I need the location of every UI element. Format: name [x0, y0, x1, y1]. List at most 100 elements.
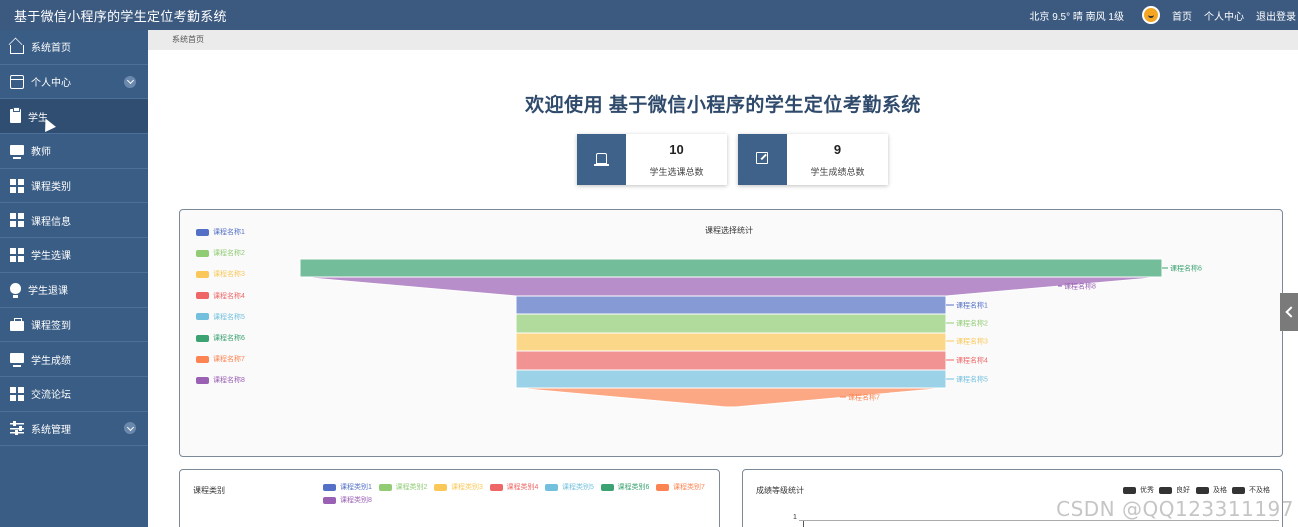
- weather-info: 北京 9.5° 晴 南风 1级: [1029, 11, 1124, 23]
- sidebar-item-label: 课程签到: [31, 320, 71, 332]
- grid-icon: [10, 386, 24, 401]
- grid-icon: [10, 178, 24, 193]
- legend-item[interactable]: 课程类别8: [323, 495, 372, 505]
- legend-swatch: [378, 483, 392, 491]
- sidebar-item-student-grades[interactable]: 学生成绩: [0, 342, 148, 377]
- home-link[interactable]: 首页: [1172, 8, 1192, 23]
- funnel-layer[interactable]: [515, 332, 947, 352]
- sidebar-item-label: 课程信息: [31, 216, 71, 228]
- funnel-layer[interactable]: [515, 295, 947, 315]
- stat-label: 学生选课总数: [649, 167, 704, 177]
- legend-label: 优秀: [1140, 487, 1154, 494]
- legend-swatch: [434, 483, 447, 491]
- funnel-layer[interactable]: [299, 258, 1163, 278]
- funnel-label: 课程名称5: [956, 375, 988, 384]
- stat-card-selections: 10 学生选课总数: [577, 134, 727, 185]
- legend-swatch: [1232, 486, 1245, 494]
- legend-item[interactable]: 课程类别6: [600, 482, 650, 492]
- legend-item[interactable]: 及格: [1196, 485, 1227, 495]
- funnel-layer[interactable]: [299, 276, 1163, 297]
- sidebar-item-system-management[interactable]: 系统管理: [0, 412, 148, 447]
- stat-value: 10: [669, 142, 684, 157]
- sidebar: 系统首页 个人中心 学生 教师 课程类别 课程信息 学生选课 学生退课 课程签到…: [0, 30, 148, 527]
- legend-label: 及格: [1213, 487, 1227, 494]
- top-bar: 基于微信小程序的学生定位考勤系统 北京 9.5° 晴 南风 1级 首页 个人中心…: [0, 0, 1298, 30]
- legend-label: 课程类别6: [617, 484, 650, 491]
- legend-item[interactable]: 课程类别4: [489, 482, 539, 492]
- sidebar-item-label: 系统首页: [31, 43, 71, 55]
- sidebar-item-teachers[interactable]: 教师: [0, 134, 148, 169]
- legend-swatch: [656, 483, 669, 491]
- funnel-layer[interactable]: [515, 369, 947, 389]
- sidebar-item-course-info[interactable]: 课程信息: [0, 203, 148, 239]
- sidebar-item-label: 交流论坛: [31, 390, 71, 402]
- funnel-label: 课程名称7: [848, 393, 880, 402]
- home-icon: [10, 44, 24, 54]
- legend-item[interactable]: 优秀: [1123, 485, 1154, 495]
- legend-swatch: [1159, 486, 1172, 494]
- stat-card-grades: 9 学生成绩总数: [738, 134, 888, 185]
- side-panel-toggle[interactable]: [1280, 293, 1298, 331]
- sidebar-item-course-selection[interactable]: 学生选课: [0, 238, 148, 273]
- breadcrumb-item[interactable]: 系统首页: [172, 35, 204, 44]
- main-content: 欢迎使用 基于微信小程序的学生定位考勤系统 10 学生选课总数 9 学生成绩总数…: [148, 50, 1298, 527]
- sidebar-item-course-drop[interactable]: 学生退课: [0, 273, 148, 308]
- legend-swatch: [600, 483, 614, 491]
- funnel-layer[interactable]: [515, 313, 947, 334]
- chevron-down-icon[interactable]: [124, 422, 136, 435]
- legend-label: 课程类别1: [340, 484, 372, 491]
- sidebar-item-home[interactable]: 系统首页: [0, 30, 148, 65]
- stamp-icon: [594, 153, 609, 166]
- funnel-label: 课程名称6: [1170, 264, 1202, 273]
- legend-item[interactable]: 课程类别2: [378, 482, 427, 492]
- grid-icon: [10, 213, 24, 228]
- watermark: CSDN @QQ123311197: [1056, 497, 1294, 521]
- funnel-chart-panel: 课程选择统计 课程名称1 课程名称2 课程名称3 课程名称4 课程名称5 课程名称6 课程名…: [179, 209, 1283, 457]
- legend-label: 课程类别4: [506, 484, 539, 491]
- legend-label: 不及格: [1249, 487, 1270, 494]
- avatar-icon[interactable]: [1142, 6, 1160, 24]
- stat-value: 9: [833, 142, 842, 157]
- y-axis-tick: 1: [793, 514, 797, 521]
- legend-label: 课程类别7: [673, 484, 705, 491]
- chevron-down-icon[interactable]: [124, 75, 136, 88]
- sidebar-item-label: 教师: [31, 147, 51, 159]
- funnel-label: 课程名称4: [956, 356, 988, 365]
- category-chart-title: 课程类别: [193, 486, 225, 495]
- sidebar-item-personal-center[interactable]: 个人中心: [0, 65, 148, 100]
- monitor-icon: [10, 353, 24, 368]
- funnel-label: 课程名称3: [956, 337, 988, 346]
- legend-swatch: [1196, 486, 1209, 494]
- profile-link[interactable]: 个人中心: [1204, 8, 1244, 23]
- y-axis-line: [803, 520, 804, 527]
- funnel-layer[interactable]: [515, 387, 947, 408]
- legend-swatch: [323, 483, 336, 491]
- legend-swatch: [1123, 486, 1136, 494]
- legend-item[interactable]: 课程类别3: [434, 482, 483, 492]
- legend-swatch: [323, 496, 336, 504]
- legend-item[interactable]: 课程类别1: [323, 482, 372, 492]
- sidebar-item-label: 学生成绩: [31, 355, 71, 367]
- funnel-label: 课程名称1: [956, 301, 988, 310]
- legend-label: 课程类别3: [451, 484, 483, 491]
- stat-label: 学生成绩总数: [810, 167, 865, 177]
- sidebar-item-course-signin[interactable]: 课程签到: [0, 308, 148, 343]
- bulb-icon: [10, 283, 21, 299]
- sidebar-item-label: 个人中心: [31, 78, 71, 90]
- legend-item[interactable]: 不及格: [1232, 485, 1270, 495]
- welcome-title: 欢迎使用 基于微信小程序的学生定位考勤系统: [525, 95, 921, 116]
- sidebar-item-course-category[interactable]: 课程类别: [0, 169, 148, 204]
- funnel-label: 课程名称8: [1064, 282, 1096, 291]
- legend-item[interactable]: 课程类别7: [656, 482, 705, 492]
- funnel-label: 课程名称2: [956, 319, 988, 328]
- legend-item[interactable]: 课程类别5: [545, 482, 594, 492]
- sidebar-item-students[interactable]: 学生: [0, 99, 148, 135]
- legend-label: 课程类别5: [562, 484, 594, 491]
- sidebar-item-label: 课程类别: [31, 182, 71, 194]
- funnel-layer[interactable]: [515, 350, 947, 371]
- sidebar-item-forum[interactable]: 交流论坛: [0, 377, 148, 412]
- grade-chart-title: 成绩等级统计: [756, 486, 804, 495]
- logout-link[interactable]: 退出登录: [1256, 8, 1296, 23]
- legend-swatch: [489, 483, 503, 491]
- legend-item[interactable]: 良好: [1159, 485, 1190, 495]
